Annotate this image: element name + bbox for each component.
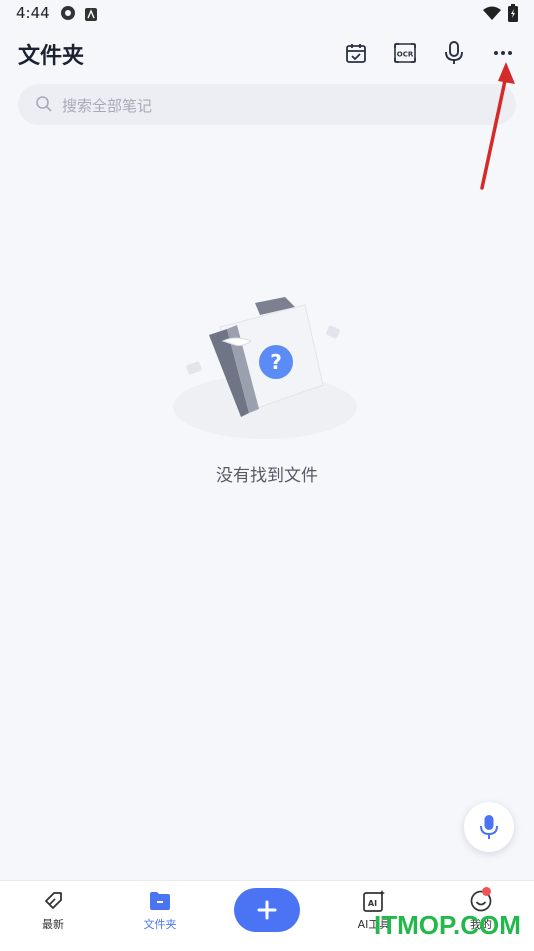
microphone-icon [480,815,498,839]
tab-recent-label: 最新 [42,918,64,931]
floating-voice-button[interactable] [464,802,514,852]
search-bar[interactable]: 搜索全部笔记 [18,84,516,125]
microphone-icon [445,41,463,64]
notification-badge [482,887,491,896]
tag-icon [45,892,62,909]
a-notification-icon [85,6,97,25]
tab-folder[interactable]: 文件夹 [120,881,200,951]
wifi-icon [483,5,501,24]
search-icon [35,95,53,117]
top-app-bar: 文件夹 OCR [0,30,534,76]
empty-state-message: 没有找到文件 [216,466,318,486]
folder-icon [150,892,170,910]
svg-text:OCR: OCR [397,51,414,59]
status-bar: 4:44 [0,0,534,28]
tab-folder-label: 文件夹 [143,918,177,931]
battery-icon [508,4,518,26]
voice-button[interactable] [437,36,471,70]
ocr-icon: OCR [394,43,416,63]
annotation-arrow-icon [480,62,515,190]
search-placeholder: 搜索全部笔记 [62,97,153,115]
tab-recent[interactable]: 最新 [13,881,93,951]
calendar-button[interactable] [339,36,373,70]
svg-text:?: ? [270,350,282,374]
more-dots-icon [494,51,512,55]
watermark: ITMOP.COM [374,910,521,940]
page-title: 文件夹 [18,44,85,69]
status-time: 4:44 [16,4,50,22]
add-note-button[interactable] [234,888,300,932]
empty-folder-illustration: ? [173,297,357,439]
app-notification-icon [60,5,76,25]
plus-icon [257,900,277,920]
ocr-button[interactable]: OCR [388,36,422,70]
calendar-icon [346,44,366,63]
svg-text:AI: AI [368,899,377,908]
